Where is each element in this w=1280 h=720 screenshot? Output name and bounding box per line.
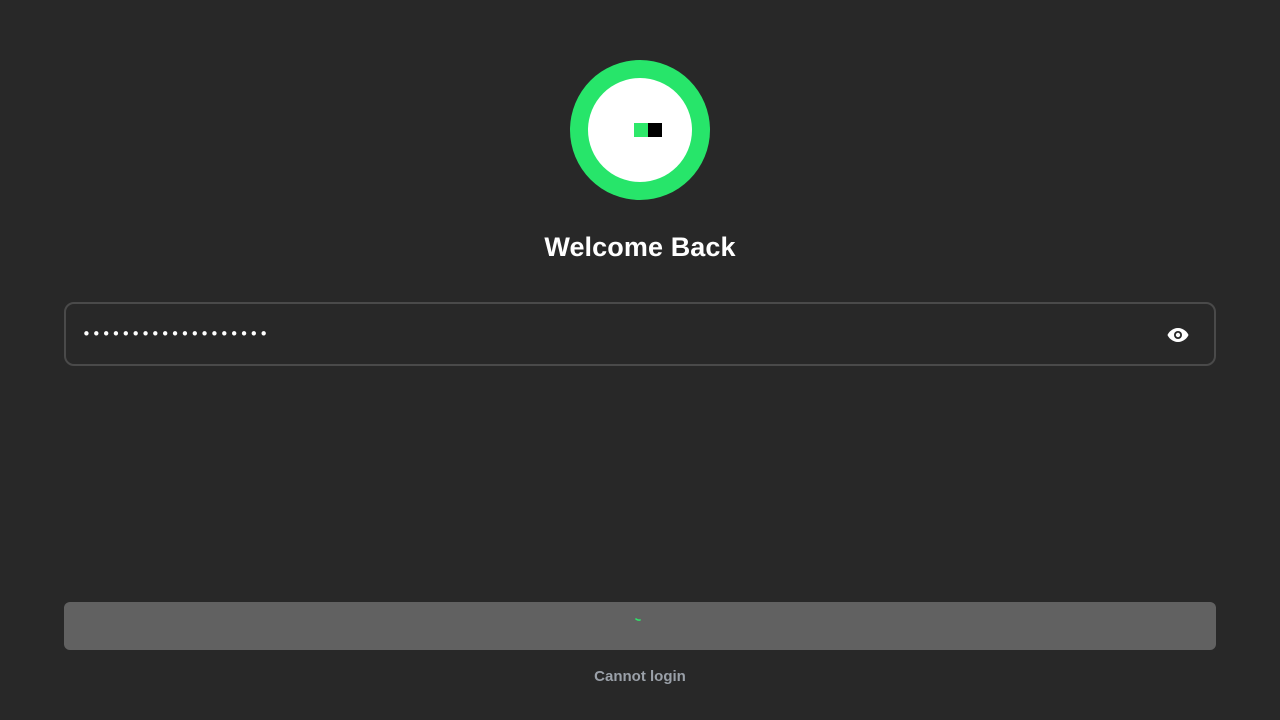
logo-inner-circle	[588, 78, 692, 182]
logo-mark	[634, 123, 662, 137]
eye-icon[interactable]	[1166, 323, 1190, 347]
login-page: Welcome Back Cannot login	[0, 0, 1280, 720]
login-button[interactable]	[64, 602, 1216, 650]
logo-mark-black	[648, 123, 662, 137]
password-input[interactable]	[82, 304, 1142, 364]
password-field[interactable]	[64, 302, 1216, 366]
cannot-login-link[interactable]: Cannot login	[0, 668, 1280, 685]
app-logo-icon	[570, 60, 710, 200]
logo-mark-green	[634, 123, 648, 137]
page-title: Welcome Back	[544, 232, 736, 262]
spinner-icon	[630, 609, 650, 629]
